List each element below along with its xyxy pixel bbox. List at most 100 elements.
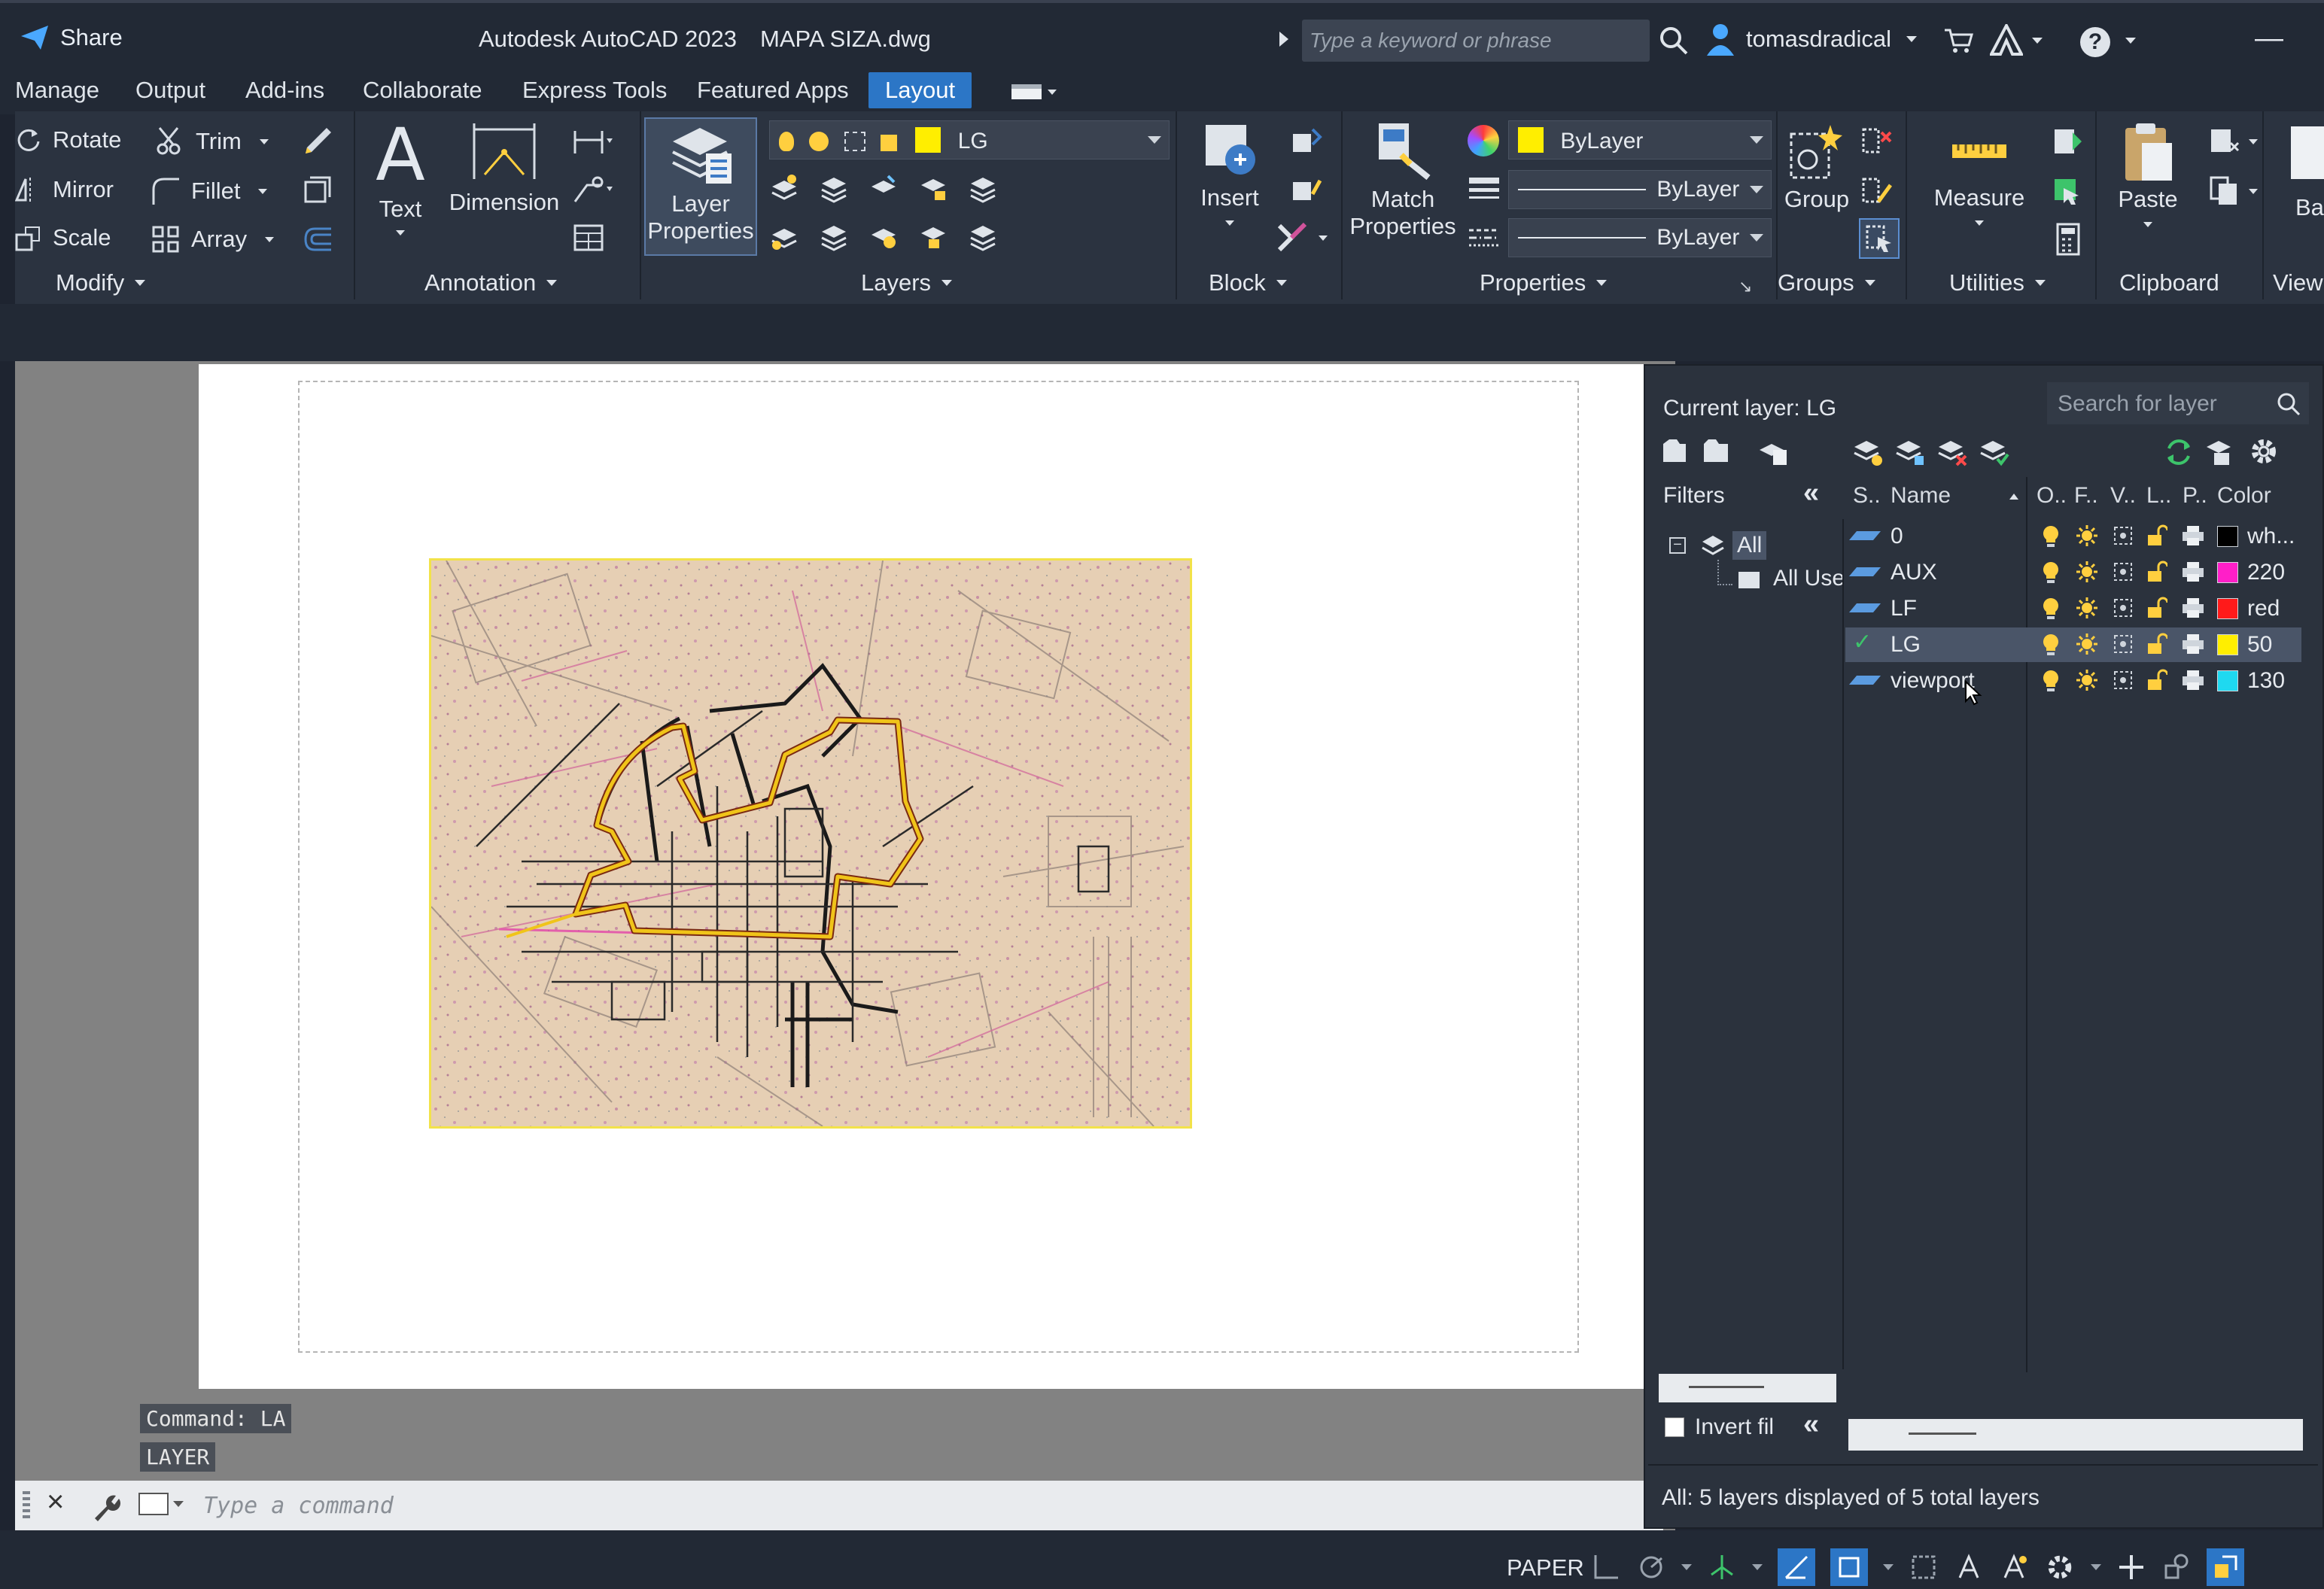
layer-unlocked-icon[interactable]: [2146, 633, 2169, 659]
tab-add-ins[interactable]: Add-ins: [245, 77, 324, 104]
group-selection-toggle[interactable]: [1859, 218, 1900, 259]
vp-freeze-icon[interactable]: [2112, 524, 2134, 551]
layer-thawed-icon[interactable]: [2076, 633, 2098, 659]
command-input[interactable]: Type a command: [203, 1493, 394, 1519]
calculator-icon[interactable]: [2055, 223, 2082, 256]
new-property-filter-icon[interactable]: [1660, 436, 1690, 466]
layer-unlock-icon[interactable]: [918, 221, 948, 251]
cart-icon[interactable]: [1943, 27, 1973, 54]
cut-button[interactable]: [2208, 125, 2258, 158]
chevron-down-icon[interactable]: [1681, 1564, 1692, 1570]
modify-panel-title[interactable]: Modify: [56, 269, 146, 296]
explode-icon[interactable]: [301, 175, 334, 208]
layer-row[interactable]: ✓ LG 50: [1845, 627, 2301, 662]
base-view-button[interactable]: Ba: [2295, 194, 2324, 221]
autodesk-a360-icon[interactable]: [1990, 24, 2023, 56]
collapse-tree-icon[interactable]: −: [1669, 537, 1686, 554]
vp-freeze-icon[interactable]: [2112, 597, 2134, 623]
expand-arrow-icon[interactable]: [1279, 32, 1288, 47]
scale-button[interactable]: Scale: [15, 224, 111, 251]
fillet-button[interactable]: Fillet: [151, 176, 268, 206]
layer-on-icon[interactable]: [2041, 597, 2061, 624]
dimension-button[interactable]: Dimension: [444, 122, 564, 216]
layer-unisolate-icon[interactable]: [819, 221, 849, 251]
help-icon[interactable]: ?: [2080, 27, 2110, 57]
layer-off-icon[interactable]: [769, 173, 799, 203]
column-plot[interactable]: P..: [2183, 483, 2207, 509]
customize-wrench-icon[interactable]: [90, 1493, 120, 1523]
layer-walk-icon[interactable]: [968, 221, 998, 251]
selection-cycling-icon[interactable]: [1909, 1552, 1939, 1582]
layer-isolate-icon[interactable]: [819, 173, 849, 203]
minimize-button[interactable]: —: [2255, 23, 2283, 55]
new-group-filter-icon[interactable]: [1701, 436, 1731, 466]
layer-color-swatch[interactable]: [2217, 670, 2238, 691]
annotation-monitor-icon[interactable]: [2116, 1552, 2146, 1582]
layer-on-icon[interactable]: [2041, 633, 2061, 661]
measure-button[interactable]: Measure: [1912, 126, 2047, 226]
object-color-icon[interactable]: [1468, 125, 1499, 156]
column-on[interactable]: O..: [2037, 483, 2067, 509]
block-panel-title[interactable]: Block: [1209, 269, 1287, 296]
mirror-button[interactable]: Mirror: [15, 176, 114, 203]
tab-express-tools[interactable]: Express Tools: [522, 77, 667, 104]
groups-panel-title[interactable]: Groups: [1778, 269, 1875, 296]
plot-printer-icon[interactable]: [2181, 597, 2205, 623]
layer-thawed-icon[interactable]: [2076, 524, 2098, 551]
lineweight-icon[interactable]: [1468, 175, 1501, 205]
new-vp-frozen-layer-icon[interactable]: [1894, 436, 1927, 466]
snap-mode-icon[interactable]: [1591, 1552, 1621, 1582]
paste-button[interactable]: Paste: [2103, 120, 2193, 227]
table-icon[interactable]: [572, 223, 605, 253]
layer-unlocked-icon[interactable]: [2146, 669, 2169, 695]
vp-freeze-icon[interactable]: [2112, 561, 2134, 587]
layers-panel-title[interactable]: Layers: [861, 269, 953, 296]
tab-featured-apps[interactable]: Featured Apps: [697, 77, 849, 104]
layer-states-manager-icon[interactable]: [1757, 436, 1790, 466]
text-button[interactable]: A Text: [370, 119, 430, 235]
clipboard-panel-title[interactable]: Clipboard: [2119, 269, 2219, 296]
offset-icon[interactable]: [301, 224, 334, 254]
layer-row[interactable]: viewport 130: [1845, 664, 2301, 698]
refresh-icon[interactable]: [2163, 436, 2195, 468]
column-name[interactable]: Name: [1891, 483, 1951, 509]
set-current-layer-icon[interactable]: [1978, 436, 2011, 466]
linetype-icon[interactable]: [1468, 223, 1501, 253]
tab-collaborate[interactable]: Collaborate: [363, 77, 482, 104]
vp-freeze-icon[interactable]: [2112, 669, 2134, 695]
layer-search-input[interactable]: Search for layer: [2047, 382, 2309, 424]
workspace-gear-icon[interactable]: [2044, 1551, 2076, 1583]
column-vp[interactable]: V..: [2110, 483, 2136, 509]
object-snap-tracking-button[interactable]: [1778, 1548, 1815, 1586]
layer-thawed-icon[interactable]: [2076, 669, 2098, 695]
layer-unlocked-icon[interactable]: [2146, 524, 2169, 551]
layer-unlocked-icon[interactable]: [2146, 597, 2169, 623]
chevron-down-icon[interactable]: [1883, 1564, 1894, 1570]
layer-color-swatch[interactable]: [2217, 634, 2238, 655]
layer-row[interactable]: LF red: [1845, 591, 2301, 626]
quick-select-icon[interactable]: [2050, 175, 2083, 208]
settings-gear-icon[interactable]: [2247, 435, 2280, 468]
chevron-down-icon[interactable]: [2125, 38, 2136, 44]
layer-row[interactable]: 0 wh...: [1845, 519, 2301, 554]
match-properties-button[interactable]: Match Properties: [1347, 119, 1459, 240]
plot-printer-icon[interactable]: [2181, 561, 2205, 587]
column-freeze[interactable]: F..: [2074, 483, 2098, 509]
object-snap-button[interactable]: [1830, 1548, 1868, 1586]
share-button[interactable]: Share: [20, 24, 123, 51]
tab-layout[interactable]: Layout: [868, 72, 972, 108]
group-button[interactable]: Group: [1781, 122, 1853, 213]
lineweight-dropdown[interactable]: ByLayer: [1508, 218, 1772, 257]
column-color[interactable]: Color: [2217, 483, 2271, 509]
properties-launcher-icon[interactable]: ↘: [1738, 277, 1752, 296]
layer-thawed-icon[interactable]: [2076, 597, 2098, 623]
chevron-down-icon[interactable]: [2032, 38, 2043, 44]
polar-tracking-icon[interactable]: [1636, 1552, 1666, 1582]
isolate-objects-button[interactable]: [2207, 1548, 2244, 1586]
erase-icon[interactable]: [301, 125, 334, 158]
plot-printer-icon[interactable]: [2181, 633, 2205, 659]
annotation-visibility-icon[interactable]: [1954, 1552, 1984, 1582]
annotation-panel-title[interactable]: Annotation: [424, 269, 558, 296]
edit-block-icon[interactable]: [1290, 175, 1323, 205]
edit-attributes-button[interactable]: [1275, 221, 1328, 254]
